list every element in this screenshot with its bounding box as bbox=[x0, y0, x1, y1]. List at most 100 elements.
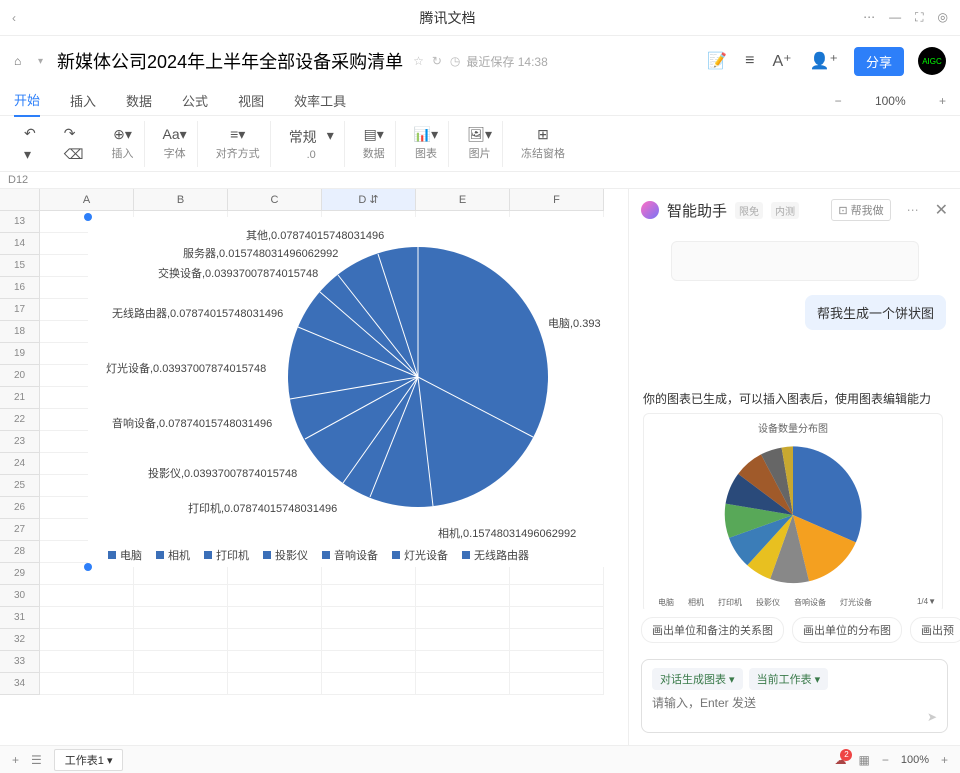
avatar[interactable]: AIGC bbox=[918, 47, 946, 75]
row-header[interactable]: 26 bbox=[0, 497, 40, 519]
row-header[interactable]: 30 bbox=[0, 585, 40, 607]
cell[interactable] bbox=[40, 607, 134, 629]
row-header[interactable]: 24 bbox=[0, 453, 40, 475]
close-icon[interactable]: ✕ bbox=[935, 200, 948, 220]
home-caret-icon[interactable]: ▾ bbox=[38, 56, 43, 67]
context-tag[interactable]: 当前工作表 ▾ bbox=[749, 668, 829, 690]
align-icon[interactable]: ≡▾ bbox=[230, 126, 245, 143]
help-me-button[interactable]: ⊡ 帮我做 bbox=[831, 199, 890, 221]
view-mode-icon[interactable]: ▦ bbox=[858, 753, 869, 767]
generated-chart[interactable]: 设备数量分布图 电脑 bbox=[643, 413, 943, 609]
tab-formula[interactable]: 公式 bbox=[182, 85, 208, 116]
tab-tools[interactable]: 效率工具 bbox=[294, 85, 346, 116]
cell[interactable] bbox=[416, 607, 510, 629]
tab-insert[interactable]: 插入 bbox=[70, 85, 96, 116]
cell[interactable] bbox=[134, 585, 228, 607]
cell[interactable] bbox=[322, 585, 416, 607]
minimize-icon[interactable]: — bbox=[889, 10, 901, 25]
cell[interactable] bbox=[322, 629, 416, 651]
cell[interactable] bbox=[134, 607, 228, 629]
cell[interactable] bbox=[228, 629, 322, 651]
cloud-sync-icon[interactable]: ☁ bbox=[834, 753, 846, 767]
row-header[interactable]: 16 bbox=[0, 277, 40, 299]
undo-icon[interactable]: ↶ bbox=[24, 125, 36, 142]
row-header[interactable]: 31 bbox=[0, 607, 40, 629]
cell[interactable] bbox=[510, 585, 604, 607]
suggestion-chip[interactable]: 画出单位的分布图 bbox=[792, 617, 902, 643]
col-header[interactable]: E bbox=[416, 189, 510, 211]
sheets-list-icon[interactable]: ☰ bbox=[31, 753, 42, 767]
suggestion-chip[interactable]: 画出单位和备注的关系图 bbox=[641, 617, 784, 643]
cell[interactable] bbox=[134, 629, 228, 651]
row-header[interactable]: 23 bbox=[0, 431, 40, 453]
font-icon[interactable]: Aa▾ bbox=[163, 126, 187, 143]
ai-more-icon[interactable]: ⋯ bbox=[907, 203, 919, 217]
cell[interactable] bbox=[40, 673, 134, 695]
row-header[interactable]: 19 bbox=[0, 343, 40, 365]
cell[interactable] bbox=[40, 585, 134, 607]
suggestion-chip[interactable]: 画出预 bbox=[910, 617, 960, 643]
zoom-minus[interactable]: − bbox=[835, 94, 845, 108]
add-user-icon[interactable]: 👤⁺ bbox=[810, 51, 838, 71]
zoom-out-icon[interactable]: − bbox=[882, 753, 889, 767]
add-sheet-icon[interactable]: + bbox=[12, 753, 19, 767]
menu-icon[interactable]: ≡ bbox=[745, 52, 754, 70]
cell[interactable] bbox=[228, 607, 322, 629]
col-header[interactable]: C bbox=[228, 189, 322, 211]
cell[interactable] bbox=[416, 673, 510, 695]
cell[interactable] bbox=[134, 651, 228, 673]
zoom-plus[interactable]: + bbox=[936, 94, 946, 108]
row-header[interactable]: 13 bbox=[0, 211, 40, 233]
edit-add-icon[interactable]: 📝 bbox=[707, 51, 727, 71]
row-header[interactable]: 14 bbox=[0, 233, 40, 255]
data-icon[interactable]: ▤▾ bbox=[364, 126, 384, 143]
cell[interactable] bbox=[40, 629, 134, 651]
cell[interactable] bbox=[416, 651, 510, 673]
row-header[interactable]: 33 bbox=[0, 651, 40, 673]
font-format-icon[interactable]: A⁺ bbox=[772, 51, 791, 71]
send-icon[interactable]: ➤ bbox=[927, 710, 937, 724]
freeze-icon[interactable]: ⊞ bbox=[537, 126, 549, 143]
row-header[interactable]: 25 bbox=[0, 475, 40, 497]
star-icon[interactable]: ☆ bbox=[413, 54, 424, 68]
add-circle-icon[interactable]: ⊕▾ bbox=[113, 126, 132, 143]
cell[interactable] bbox=[322, 607, 416, 629]
cell[interactable] bbox=[40, 651, 134, 673]
cell[interactable] bbox=[134, 673, 228, 695]
clear-format-icon[interactable]: ⌫ bbox=[64, 146, 84, 163]
cell-reference[interactable]: D12 bbox=[0, 172, 960, 189]
redo-icon[interactable]: ↷ bbox=[64, 125, 84, 142]
chart-icon[interactable]: 📊▾ bbox=[414, 126, 438, 143]
share-button[interactable]: 分享 bbox=[854, 47, 904, 76]
col-header[interactable]: A bbox=[40, 189, 134, 211]
cell[interactable] bbox=[322, 673, 416, 695]
embedded-chart[interactable]: 电脑,0.393 相机,0.15748031496062992 打印机,0.07… bbox=[88, 217, 608, 567]
ai-input-box[interactable]: 对话生成图表 ▾ 当前工作表 ▾ ➤ bbox=[641, 659, 948, 733]
row-header[interactable]: 15 bbox=[0, 255, 40, 277]
row-header[interactable]: 20 bbox=[0, 365, 40, 387]
back-icon[interactable]: ‹ bbox=[12, 11, 32, 25]
tab-data[interactable]: 数据 bbox=[126, 85, 152, 116]
row-header[interactable]: 27 bbox=[0, 519, 40, 541]
format-painter-icon[interactable]: ▾ bbox=[24, 146, 36, 163]
cell[interactable] bbox=[416, 585, 510, 607]
number-format[interactable]: 常规 bbox=[289, 127, 317, 147]
maximize-icon[interactable]: ⛶ bbox=[915, 10, 923, 25]
home-icon[interactable]: ⌂ bbox=[14, 54, 34, 68]
spreadsheet-grid[interactable]: ABCD ⇵EF13141516171819202122232425262728… bbox=[0, 189, 628, 745]
cell[interactable] bbox=[510, 629, 604, 651]
cell[interactable] bbox=[510, 673, 604, 695]
more-icon[interactable]: ⋯ bbox=[863, 10, 875, 25]
cell[interactable] bbox=[322, 651, 416, 673]
cell[interactable] bbox=[228, 673, 322, 695]
row-header[interactable]: 34 bbox=[0, 673, 40, 695]
target-icon[interactable]: ◎ bbox=[938, 10, 948, 25]
history-icon[interactable]: ↻ bbox=[432, 54, 442, 68]
tab-view[interactable]: 视图 bbox=[238, 85, 264, 116]
col-header[interactable]: F bbox=[510, 189, 604, 211]
tab-start[interactable]: 开始 bbox=[14, 84, 40, 117]
col-header[interactable]: B bbox=[134, 189, 228, 211]
col-header[interactable]: D ⇵ bbox=[322, 189, 416, 211]
row-header[interactable]: 21 bbox=[0, 387, 40, 409]
image-icon[interactable]: 🖼▾ bbox=[467, 126, 492, 143]
